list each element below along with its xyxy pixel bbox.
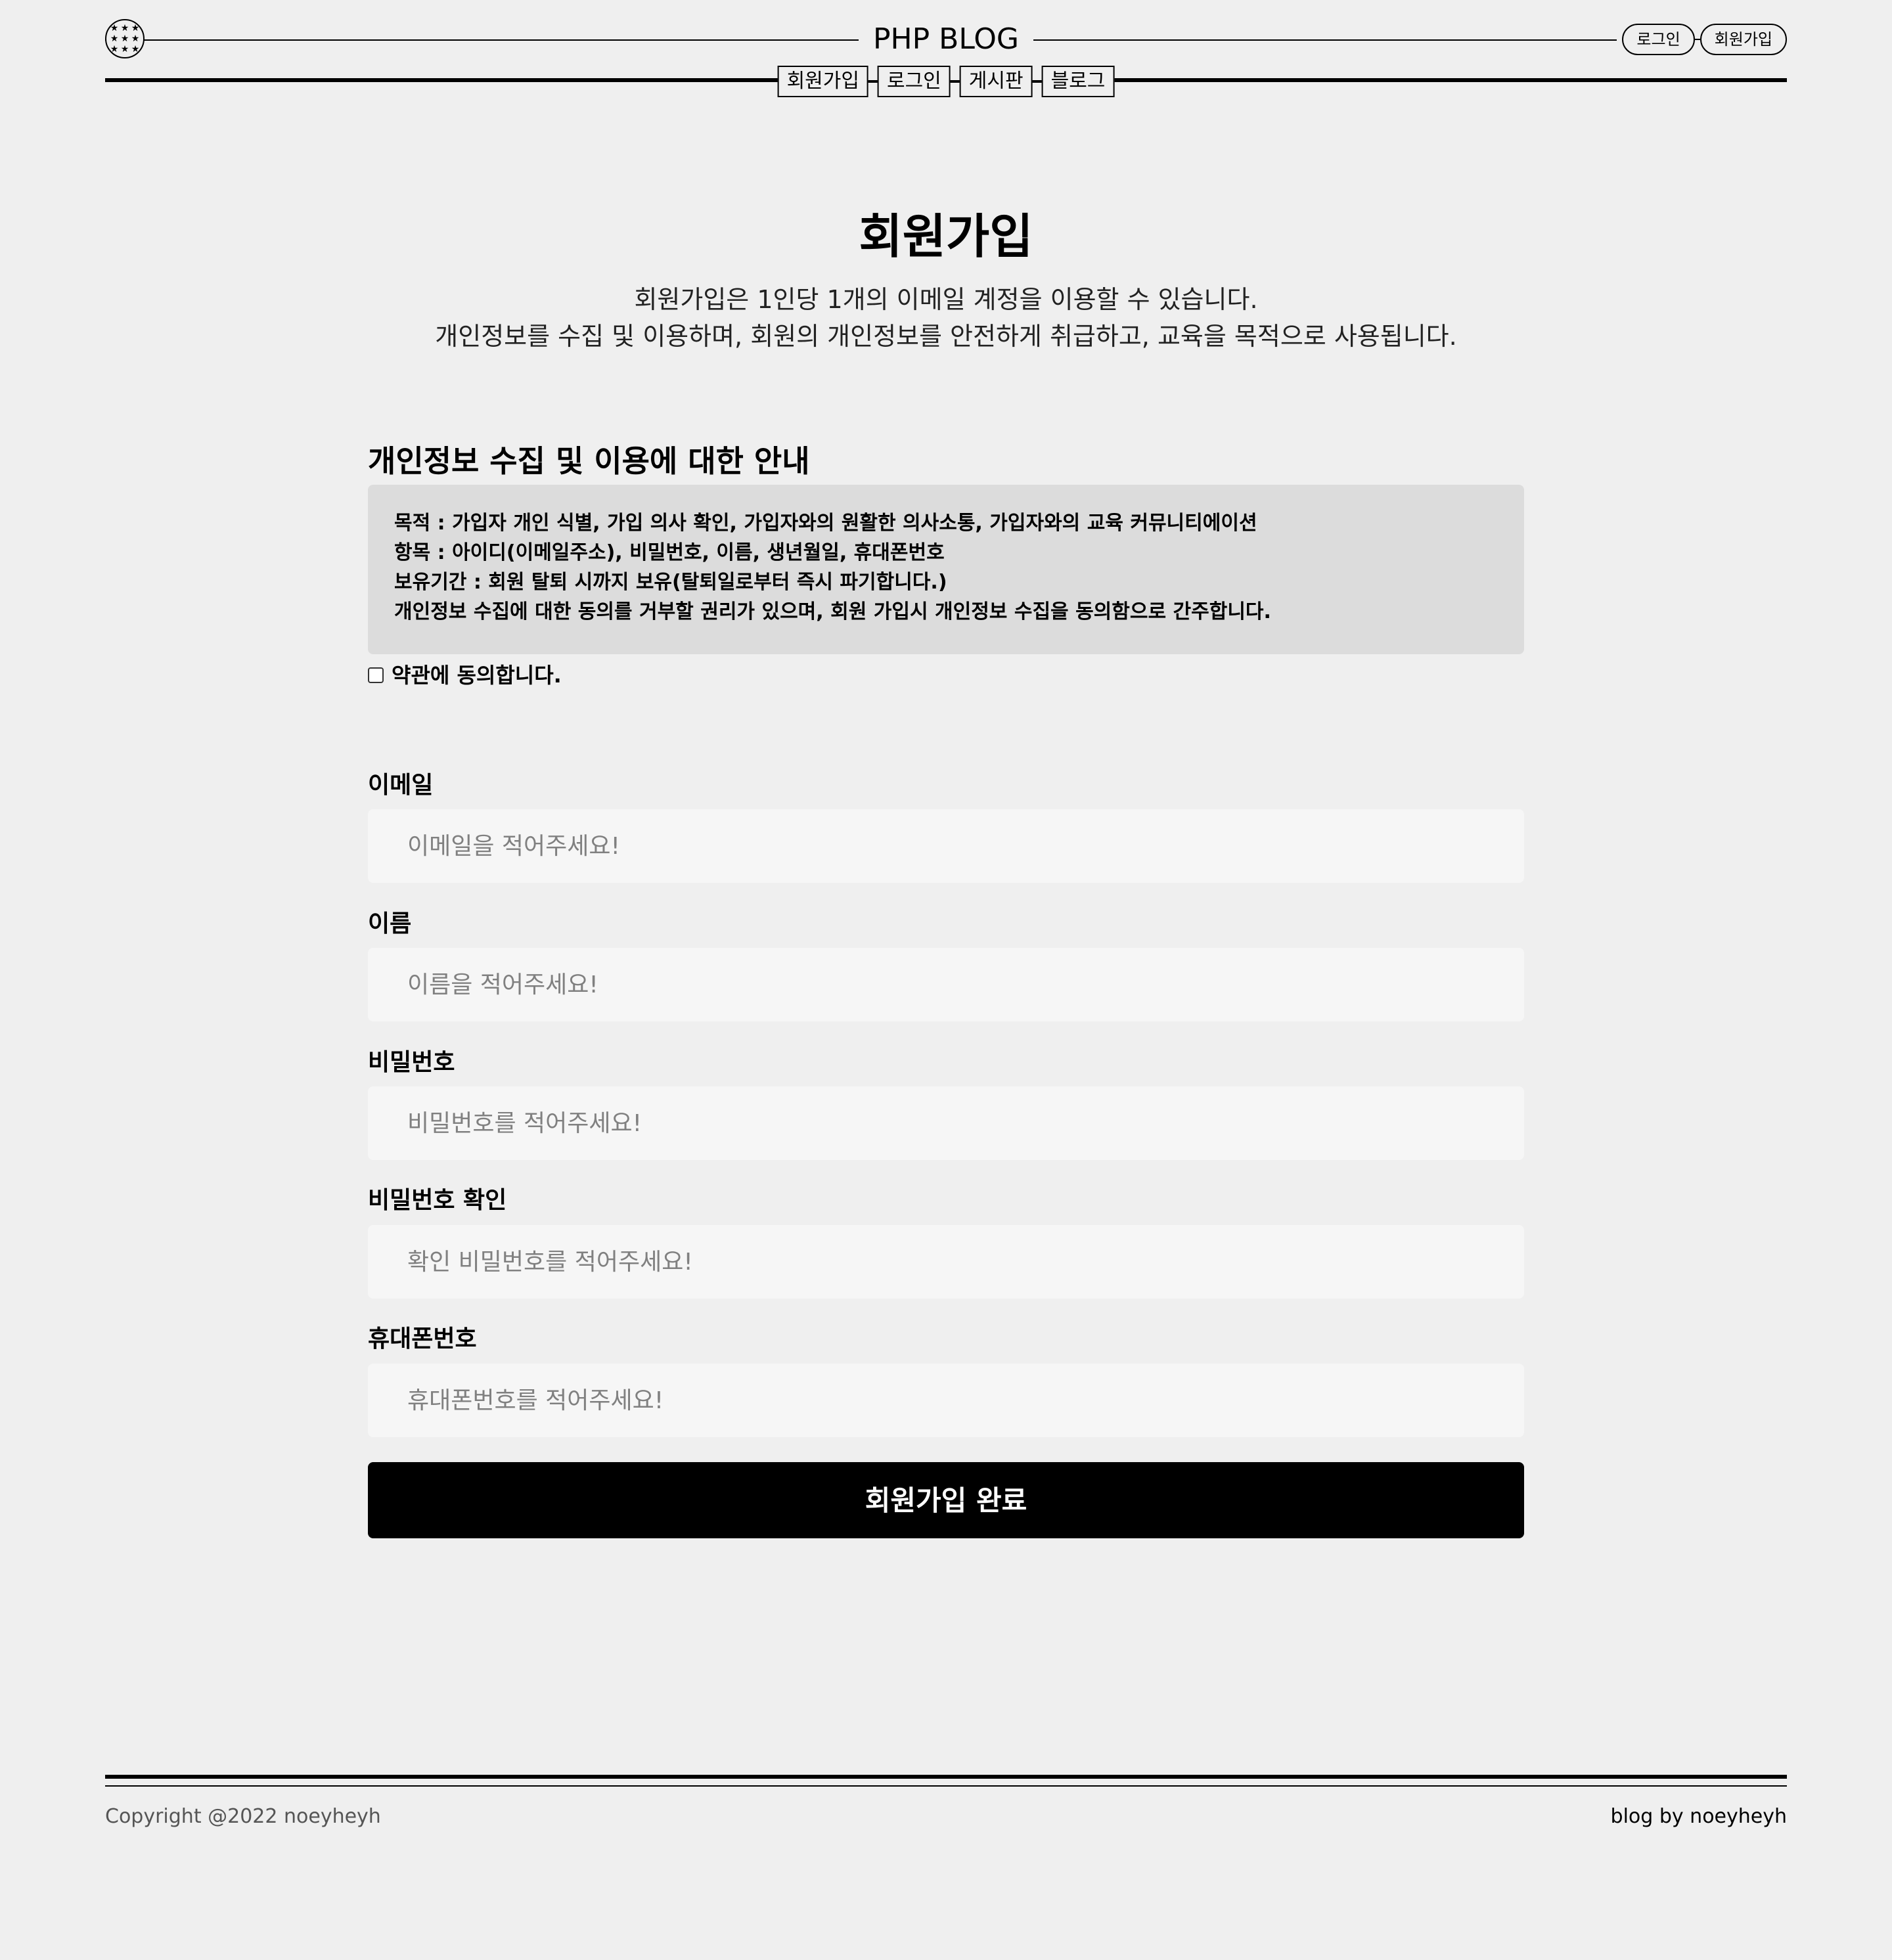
agree-label[interactable]: 약관에 동의합니다. [392,659,562,691]
terms-box: 목적 : 가입자 개인 식별, 가입 의사 확인, 가입자와의 원활한 의사소통… [368,485,1524,654]
copyright-text: Copyright @2022 noeyheyh [105,1805,381,1828]
nav-item-signup[interactable]: 회원가입 [777,66,868,97]
intro-line: 개인정보를 수집 및 이용하며, 회원의 개인정보를 안전하게 취급하고, 교육… [435,322,1457,351]
footer-thin-rule [105,1785,1787,1787]
auth-connector [1694,39,1700,40]
main-nav: 회원가입 로그인 게시판 블로그 [777,66,1115,97]
footer-thick-rule [105,1775,1787,1779]
terms-retention: 보유기간 : 회원 탈퇴 시까지 보유(탈퇴일로부터 즉시 파기합니다.) [394,571,947,594]
password-confirm-field[interactable] [368,1225,1524,1299]
agree-row: 약관에 동의합니다. [368,659,1524,691]
terms-heading: 개인정보 수집 및 이용에 대한 안내 [368,443,810,479]
star-icon: ★ [110,44,119,55]
site-title[interactable]: PHP BLOG [859,18,1033,60]
name-field[interactable] [368,948,1524,1021]
nav-item-blog[interactable]: 블로그 [1041,66,1115,97]
terms-items: 항목 : 아이디(이메일주소), 비밀번호, 이름, 생년월일, 휴대폰번호 [394,541,945,564]
star-icon: ★ [110,23,119,33]
nav-connector [950,80,960,83]
name-label: 이름 [368,910,412,937]
star-icon: ★ [120,44,129,55]
password-confirm-label: 비밀번호 확인 [368,1187,507,1214]
email-field[interactable] [368,809,1524,883]
terms-consent-note: 개인정보 수집에 대한 동의를 거부할 권리가 있으며, 회원 가입시 개인정보… [394,600,1271,623]
auth-links: 로그인 회원가입 [1617,24,1787,55]
intro-text: 회원가입은 1인당 1개의 이메일 계정을 이용할 수 있습니다. 개인정보를 … [0,281,1892,355]
email-label: 이메일 [368,772,434,799]
nav-connector [868,80,878,83]
signup-submit-button[interactable]: 회원가입 완료 [368,1462,1524,1538]
star-icon: ★ [131,23,140,33]
site-header: ★ ★ ★ ★ ★ ★ ★ ★ ★ PHP BLOG 로그인 회원가입 회원가입… [105,0,1787,105]
star-icon: ★ [110,33,119,44]
star-icon: ★ [120,33,129,44]
terms-purpose: 목적 : 가입자 개인 식별, 가입 의사 확인, 가입자와의 원활한 의사소통… [394,512,1257,535]
signup-button[interactable]: 회원가입 [1700,24,1787,55]
star-icon: ★ [131,44,140,55]
login-button[interactable]: 로그인 [1622,24,1695,55]
intro-line: 회원가입은 1인당 1개의 이메일 계정을 이용할 수 있습니다. [634,285,1258,314]
password-field[interactable] [368,1086,1524,1160]
blog-credit: blog by noeyheyh [1610,1805,1787,1828]
star-circle-logo-icon[interactable]: ★ ★ ★ ★ ★ ★ ★ ★ ★ [105,19,145,58]
page-title: 회원가입 [859,209,1033,264]
star-icon: ★ [120,23,129,33]
nav-connector [1032,80,1042,83]
star-icon: ★ [131,33,140,44]
nav-item-board[interactable]: 게시판 [959,66,1033,97]
nav-item-login[interactable]: 로그인 [877,66,951,97]
phone-label: 휴대폰번호 [368,1325,477,1352]
agree-checkbox[interactable] [368,667,384,683]
phone-field[interactable] [368,1364,1524,1437]
password-label: 비밀번호 [368,1049,455,1076]
